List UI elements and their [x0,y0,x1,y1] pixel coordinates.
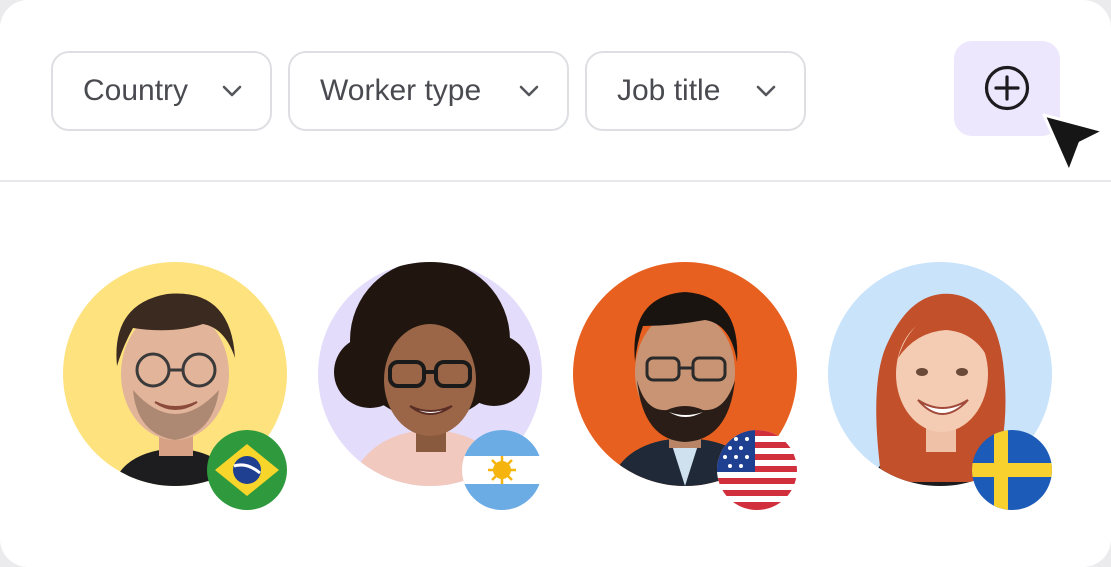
usa-flag-icon [717,430,797,510]
job-title-filter-label: Job title [617,74,721,107]
team-member-3[interactable] [573,262,797,510]
worker-type-filter-dropdown[interactable]: Worker type [288,51,569,131]
argentina-flag-icon [462,430,542,510]
chevron-down-icon [756,85,776,97]
plus-circle-icon [984,65,1030,111]
team-member-1[interactable] [63,262,287,510]
country-filter-dropdown[interactable]: Country [51,51,272,131]
divider [0,180,1111,182]
team-member-4[interactable] [828,262,1052,510]
sweden-flag-icon [972,430,1052,510]
mouse-pointer-icon [1042,113,1106,174]
brazil-flag-icon [207,430,287,510]
filter-card: Country Worker type Job title [0,0,1111,567]
job-title-filter-dropdown[interactable]: Job title [585,51,806,131]
worker-type-filter-label: Worker type [320,74,482,107]
country-filter-label: Country [83,74,189,107]
chevron-down-icon [222,85,242,97]
team-member-2[interactable] [318,262,542,510]
chevron-down-icon [519,85,539,97]
